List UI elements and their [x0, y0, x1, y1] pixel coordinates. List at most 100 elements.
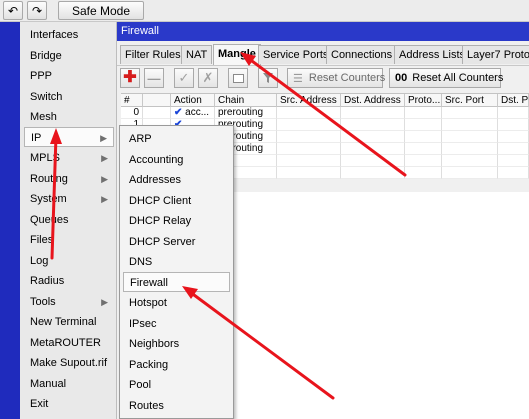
- row-dst-address: [341, 155, 405, 167]
- table-header: # Action Chain Src. Address Dst. Address…: [121, 93, 529, 107]
- reset-all-counters-label: Reset All Counters: [412, 72, 504, 84]
- row-dst-address: [341, 119, 405, 131]
- row-dst-port: [498, 143, 529, 155]
- row-src-address: [277, 107, 341, 119]
- menu-item-radius[interactable]: Radius: [24, 271, 114, 291]
- submenu-item-packing[interactable]: Packing: [123, 355, 230, 375]
- row-protocol: [405, 155, 442, 167]
- submenu-item-dhcp-relay[interactable]: DHCP Relay: [123, 211, 230, 231]
- menu-item-label: PPP: [30, 70, 53, 82]
- menu-item-metarouter[interactable]: MetaROUTER: [24, 333, 114, 353]
- menu-item-manual[interactable]: Manual: [24, 374, 114, 394]
- submenu-item-dhcp-server[interactable]: DHCP Server: [123, 232, 230, 252]
- menu-item-label: Switch: [30, 91, 63, 103]
- table-row[interactable]: 0 ✔ acc... prerouting: [121, 107, 529, 119]
- menu-item-system[interactable]: System ▶: [24, 189, 114, 209]
- column-header[interactable]: Action: [171, 94, 215, 107]
- menu-item-label: Tools: [30, 296, 56, 308]
- submenu-item-addresses[interactable]: Addresses: [123, 170, 230, 190]
- row-src-port: [442, 131, 498, 143]
- column-header[interactable]: #: [121, 94, 143, 107]
- menu-item-label: Radius: [30, 275, 65, 287]
- menu-item-log[interactable]: Log: [24, 251, 114, 271]
- menu-item-label: IP: [31, 132, 42, 144]
- menu-item-make-supout[interactable]: Make Supout.rif: [24, 353, 114, 373]
- column-header[interactable]: Proto...: [405, 94, 442, 107]
- submenu-arrow-icon: ▶: [101, 194, 108, 204]
- row-number: 0: [121, 107, 143, 119]
- submenu-item-arp[interactable]: ARP: [123, 129, 230, 149]
- menu-item-label: MPLS: [30, 152, 60, 164]
- row-dst-address: [341, 107, 405, 119]
- row-flag: [143, 107, 171, 119]
- column-header[interactable]: Dst. Po: [498, 94, 529, 107]
- redo-icon: ↷: [31, 3, 43, 18]
- submenu-item-ipsec[interactable]: IPsec: [123, 314, 230, 334]
- row-dst-address: [341, 143, 405, 155]
- enable-button[interactable]: ✓: [174, 68, 194, 88]
- row-protocol: [405, 107, 442, 119]
- submenu-item-routes[interactable]: Routes: [123, 396, 230, 416]
- row-src-port: [442, 155, 498, 167]
- row-src-address: [277, 131, 341, 143]
- menu-item-routing[interactable]: Routing ▶: [24, 169, 114, 189]
- submenu-item-accounting[interactable]: Accounting: [123, 150, 230, 170]
- tab-mangle[interactable]: Mangle: [213, 44, 261, 65]
- comment-button[interactable]: [228, 68, 248, 88]
- menu-item-new-terminal[interactable]: New Terminal: [24, 312, 114, 332]
- menu-item-mpls[interactable]: MPLS ▶: [24, 148, 114, 168]
- menu-item-interfaces[interactable]: Interfaces: [24, 25, 114, 45]
- add-icon: ✚: [123, 69, 137, 86]
- menu-item-switch[interactable]: Switch: [24, 87, 114, 107]
- filter-button[interactable]: [258, 68, 278, 88]
- menu-item-ip[interactable]: IP ▶: [24, 127, 114, 147]
- firewall-tabs: Filter Rules NAT Mangle Service Ports Co…: [120, 44, 529, 65]
- accept-check-icon: ✔: [174, 107, 183, 118]
- tab-layer7-protocols[interactable]: Layer7 Protoco: [462, 45, 529, 64]
- menu-item-files[interactable]: Files: [24, 230, 114, 250]
- submenu-item-neighbors[interactable]: Neighbors: [123, 334, 230, 354]
- undo-button[interactable]: ↶: [3, 1, 23, 20]
- x-icon: ✗: [202, 70, 214, 85]
- tab-filter-rules[interactable]: Filter Rules: [120, 45, 186, 64]
- ip-submenu: ARP Accounting Addresses DHCP Client DHC…: [119, 125, 234, 419]
- submenu-item-pool[interactable]: Pool: [123, 375, 230, 395]
- row-dst-port: [498, 107, 529, 119]
- tab-connections[interactable]: Connections: [326, 45, 398, 64]
- submenu-item-dns[interactable]: DNS: [123, 252, 230, 272]
- tab-nat[interactable]: NAT: [181, 45, 213, 64]
- safe-mode-button[interactable]: Safe Mode: [58, 1, 144, 20]
- menu-item-mesh[interactable]: Mesh: [24, 107, 114, 127]
- disable-button[interactable]: ✗: [198, 68, 218, 88]
- column-header[interactable]: Src. Port: [442, 94, 498, 107]
- menu-item-bridge[interactable]: Bridge: [24, 46, 114, 66]
- menu-item-label: Mesh: [30, 111, 57, 123]
- menu-item-label: MetaROUTER: [30, 337, 101, 349]
- top-toolbar: ↶ ↷ Safe Mode: [0, 0, 529, 22]
- tab-service-ports[interactable]: Service Ports: [258, 45, 334, 64]
- redo-button[interactable]: ↷: [27, 1, 47, 20]
- submenu-item-firewall[interactable]: Firewall: [123, 272, 230, 292]
- menu-item-label: New Terminal: [30, 316, 97, 328]
- column-header[interactable]: Dst. Address: [341, 94, 405, 107]
- reset-counters-button[interactable]: ☰ Reset Counters: [287, 68, 385, 88]
- row-src-address: [277, 119, 341, 131]
- menu-item-label: Interfaces: [30, 29, 79, 41]
- column-header[interactable]: Src. Address: [277, 94, 341, 107]
- row-dst-port: [498, 131, 529, 143]
- menu-item-ppp[interactable]: PPP: [24, 66, 114, 86]
- remove-button[interactable]: —: [144, 68, 164, 88]
- reset-all-counters-button[interactable]: 00 Reset All Counters: [389, 68, 504, 88]
- menu-side-strip: [0, 22, 20, 419]
- submenu-item-hotspot[interactable]: Hotspot: [123, 293, 230, 313]
- tab-address-lists[interactable]: Address Lists: [394, 45, 471, 64]
- menu-item-queues[interactable]: Queues: [24, 210, 114, 230]
- menu-item-exit[interactable]: Exit: [24, 394, 114, 414]
- submenu-item-dhcp-client[interactable]: DHCP Client: [123, 191, 230, 211]
- menu-item-label: Make Supout.rif: [30, 357, 108, 369]
- add-button[interactable]: ✚: [120, 68, 140, 88]
- column-header[interactable]: Chain: [215, 94, 277, 107]
- row-dst-address: [341, 131, 405, 143]
- row-protocol: [405, 143, 442, 155]
- menu-item-tools[interactable]: Tools ▶: [24, 292, 114, 312]
